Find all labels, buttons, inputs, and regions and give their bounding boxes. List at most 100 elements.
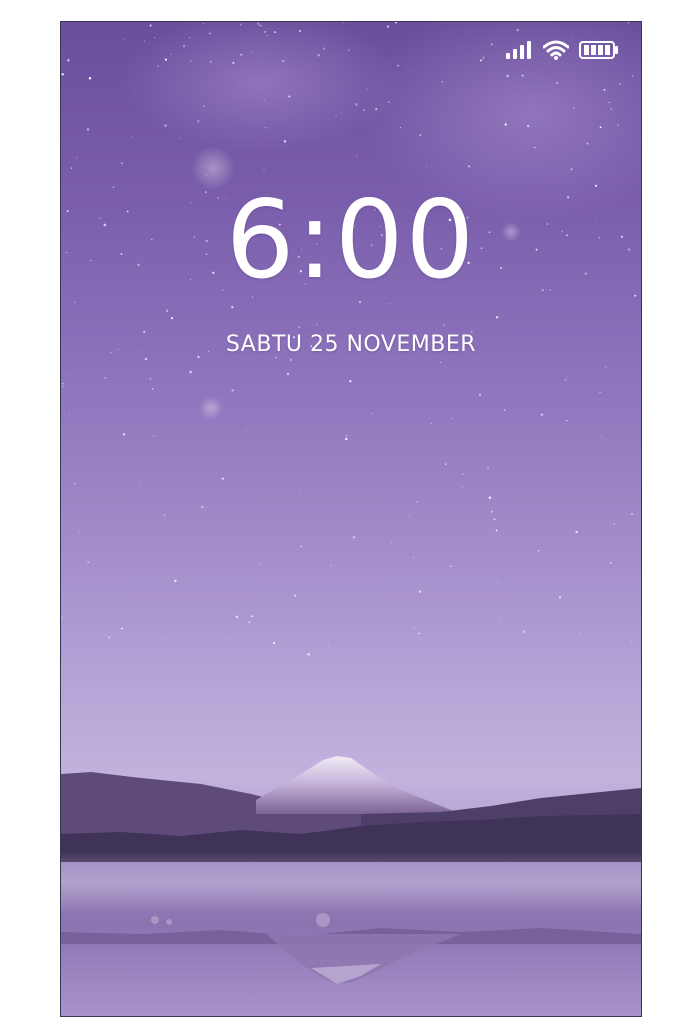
star-dot: [567, 377, 569, 379]
star-dot: [209, 32, 211, 35]
star-dot: [345, 437, 348, 441]
star-dot: [221, 477, 224, 480]
wifi-icon: [543, 40, 569, 60]
star-dot: [340, 112, 342, 114]
star-dot: [578, 632, 580, 635]
star-dot: [418, 632, 421, 635]
star-dot: [120, 162, 123, 165]
star-dot: [189, 37, 191, 39]
star-dot: [274, 31, 276, 33]
star-dot: [356, 155, 358, 157]
star-dot: [88, 77, 92, 80]
star-dot: [299, 491, 301, 493]
star-dot: [149, 24, 152, 27]
star-dot: [257, 22, 260, 25]
star-dot: [639, 137, 641, 139]
star-dot: [504, 123, 507, 126]
battery-icon: [579, 41, 618, 59]
star-dot: [468, 165, 471, 168]
star-dot: [163, 638, 165, 640]
star-dot: [478, 393, 482, 397]
star-dot: [166, 309, 169, 312]
star-dot: [522, 630, 526, 633]
star-dot: [74, 482, 77, 485]
star-dot: [65, 375, 66, 376]
star-dot: [264, 126, 267, 129]
star-dot: [412, 557, 414, 559]
star-dot: [288, 95, 291, 98]
star-dot: [174, 579, 177, 583]
star-dot: [300, 545, 302, 548]
star-dot: [154, 37, 156, 39]
star-dot: [257, 24, 259, 26]
star-dot: [419, 590, 422, 593]
star-dot: [613, 522, 616, 525]
star-dot: [342, 22, 345, 23]
star-dot: [259, 24, 262, 27]
star-dot: [440, 361, 442, 363]
mountain-lake-landscape: [61, 756, 641, 1016]
star-dot: [610, 562, 612, 564]
star-dot: [189, 370, 192, 374]
star-dot: [189, 60, 192, 63]
star-dot: [521, 74, 524, 77]
star-dot: [390, 568, 392, 570]
star-dot: [407, 68, 409, 70]
star-dot: [399, 127, 402, 129]
lockscreen-date: SABTU 25 NOVEMBER: [225, 332, 477, 357]
star-dot: [600, 436, 602, 438]
star-dot: [62, 386, 64, 388]
star-dot: [619, 83, 621, 85]
star-dot: [487, 466, 490, 469]
star-dot: [497, 581, 499, 583]
star-dot: [386, 25, 390, 28]
star-dot: [575, 530, 578, 534]
star-dot: [203, 105, 205, 107]
star-dot: [61, 73, 64, 76]
star-dot: [61, 382, 64, 385]
star-dot: [317, 53, 320, 57]
star-dot: [490, 43, 493, 46]
star-dot: [202, 22, 204, 25]
star-dot: [526, 124, 530, 128]
star-dot: [499, 617, 501, 619]
star-dot: [170, 317, 174, 320]
star-dot: [272, 642, 276, 645]
star-dot: [282, 60, 285, 63]
star-dot: [444, 463, 447, 465]
star-dot: [615, 122, 617, 124]
star-dot: [516, 28, 519, 32]
star-dot: [170, 53, 172, 55]
star-dot: [566, 419, 568, 422]
star-dot: [307, 653, 310, 656]
star-dot: [451, 418, 453, 420]
star-dot: [82, 74, 84, 76]
star-dot: [239, 23, 242, 26]
star-dot: [226, 636, 228, 638]
cellular-signal-icon: [506, 41, 531, 59]
star-dot: [67, 59, 70, 62]
star-dot: [86, 128, 90, 131]
star-dot: [74, 301, 76, 303]
star-dot: [205, 174, 208, 176]
star-dot: [275, 356, 277, 359]
star-dot: [397, 64, 399, 67]
star-dot: [599, 126, 602, 129]
star-dot: [209, 60, 212, 63]
lockscreen-clock: 6:00: [225, 178, 477, 303]
star-dot: [322, 47, 326, 50]
star-dot: [197, 120, 200, 123]
star-dot: [409, 515, 410, 517]
star-dot: [506, 74, 509, 78]
star-dot: [495, 316, 499, 319]
phone-screen: 6:00 SABTU 25 NOVEMBER: [60, 21, 642, 1017]
star-dot: [462, 486, 464, 488]
star-dot: [330, 564, 332, 567]
star-dot: [605, 366, 607, 368]
star-dot: [603, 88, 606, 91]
star-dot: [388, 101, 390, 104]
star-dot: [250, 51, 252, 53]
star-dot: [263, 169, 265, 171]
star-dot: [153, 435, 155, 437]
star-dot: [151, 387, 154, 390]
